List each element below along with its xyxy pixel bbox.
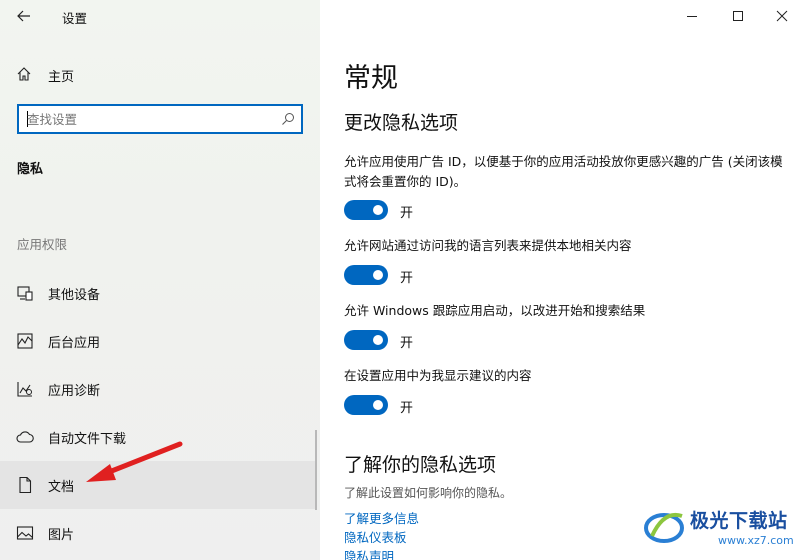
sidebar-item-label: 其他设备	[48, 288, 101, 303]
privacy-dashboard-link[interactable]: 隐私仪表板	[344, 527, 407, 546]
toggle-knob	[373, 270, 383, 280]
toggle-knob	[373, 335, 383, 345]
search-icon[interactable]	[281, 112, 295, 126]
main-pane: 常规 更改隐私选项 允许应用使用广告 ID，以便基于你的应用活动投放你更感兴趣的…	[320, 0, 805, 560]
watermark-url: www.xz7.com	[718, 534, 794, 547]
sidebar-item-auto-file-download[interactable]: 自动文件下载	[0, 413, 316, 461]
watermark-brand: 极光下载站	[690, 510, 788, 532]
sidebar-item-label: 图片	[48, 528, 75, 543]
sidebar-item-label: 主页	[48, 70, 75, 85]
privacy-statement-link[interactable]: 隐私声明	[344, 546, 394, 560]
minimize-button[interactable]	[672, 2, 712, 30]
maximize-icon	[733, 11, 743, 21]
search-box[interactable]	[17, 104, 303, 134]
toggle-state-label: 开	[400, 336, 414, 351]
home-icon	[17, 67, 31, 81]
option-description: 在设置应用中为我显示建议的内容	[344, 368, 532, 383]
title-bar: 设置	[0, 0, 320, 34]
back-arrow-icon	[17, 10, 30, 22]
sidebar-item-label: 后台应用	[48, 336, 101, 351]
close-button[interactable]	[762, 2, 802, 30]
maximize-button[interactable]	[718, 2, 758, 30]
sidebar-scrollbar[interactable]	[315, 430, 317, 510]
sidebar-item-pictures[interactable]: 图片	[0, 509, 316, 557]
toggle-knob	[373, 400, 383, 410]
toggle-state-label: 开	[400, 401, 414, 416]
sidebar-item-label: 自动文件下载	[48, 432, 127, 447]
language-list-toggle[interactable]	[344, 265, 388, 285]
close-icon	[776, 10, 788, 22]
section-title: 隐私	[17, 162, 44, 177]
sidebar-item-home[interactable]: 主页	[0, 58, 320, 90]
minimize-icon	[687, 16, 697, 17]
app-title: 设置	[62, 11, 88, 26]
option-description: 允许应用使用广告 ID，以便基于你的应用活动投放你更感兴趣的广告 (关闭该模式将…	[344, 154, 783, 189]
watermark-logo-icon	[644, 513, 684, 543]
other-devices-icon	[17, 286, 33, 301]
sidebar-item-label: 应用诊断	[48, 384, 101, 399]
sidebar: 设置 主页 隐私 应用权限 其他设备 后台应用	[0, 0, 320, 560]
app-launch-tracking-toggle[interactable]	[344, 330, 388, 350]
suggested-content-toggle[interactable]	[344, 395, 388, 415]
cloud-download-icon	[16, 431, 34, 443]
toggle-knob	[373, 205, 383, 215]
option-description: 允许网站通过访问我的语言列表来提供本地相关内容	[344, 238, 632, 253]
sidebar-item-documents[interactable]: 文档	[0, 461, 316, 509]
group-label: 应用权限	[17, 237, 68, 252]
toggle-state-label: 开	[400, 271, 414, 286]
sidebar-item-label: 文档	[48, 480, 75, 495]
learn-section-description: 了解此设置如何影响你的隐私。	[344, 486, 513, 500]
learn-more-link[interactable]: 了解更多信息	[344, 508, 419, 527]
picture-icon	[16, 526, 34, 540]
back-button[interactable]	[10, 4, 38, 30]
app-diagnostics-icon	[17, 382, 32, 397]
background-apps-icon	[17, 333, 33, 349]
watermark: 极光下载站 www.xz7.com	[642, 500, 802, 556]
sidebar-item-other-devices[interactable]: 其他设备	[0, 269, 316, 317]
advertising-id-toggle[interactable]	[344, 200, 388, 220]
sidebar-item-background-apps[interactable]: 后台应用	[0, 317, 316, 365]
page-title: 常规	[344, 63, 398, 94]
sidebar-item-app-diagnostics[interactable]: 应用诊断	[0, 365, 316, 413]
learn-section-heading: 了解你的隐私选项	[344, 454, 497, 476]
document-icon	[19, 476, 32, 494]
option-description: 允许 Windows 跟踪应用启动，以改进开始和搜索结果	[344, 303, 646, 318]
toggle-state-label: 开	[400, 206, 414, 221]
section-heading: 更改隐私选项	[344, 112, 459, 134]
search-input[interactable]	[27, 110, 267, 128]
